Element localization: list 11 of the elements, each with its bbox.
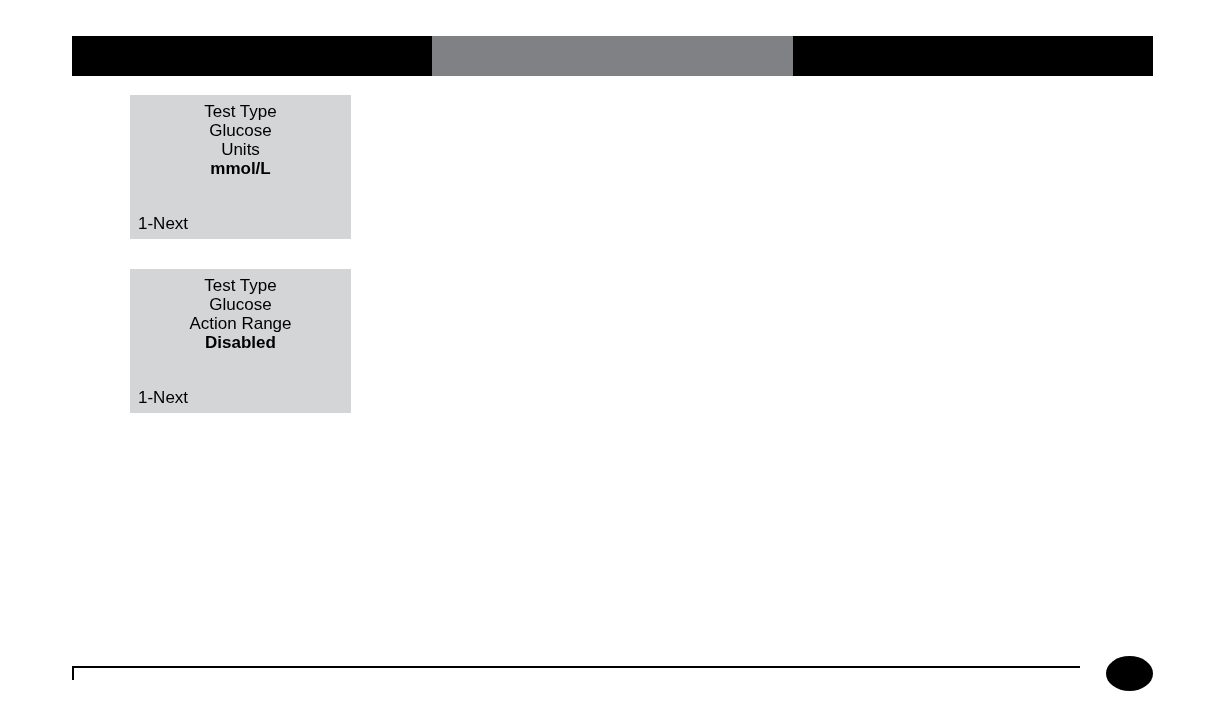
screen-label: Glucose xyxy=(209,121,272,140)
screen-label: Test Type xyxy=(204,102,277,121)
screen-label: Action Range xyxy=(189,314,292,333)
screen-label: Units xyxy=(221,140,260,159)
softkey-label: 1-Next xyxy=(138,388,189,407)
screen-value: mmol/L xyxy=(210,159,271,178)
softkey-label: 1-Next xyxy=(138,214,189,233)
oval-icon xyxy=(1106,656,1153,691)
screen-label: Glucose xyxy=(209,295,272,314)
screen-value: Disabled xyxy=(205,333,276,352)
screen-label: Test Type xyxy=(204,276,277,295)
